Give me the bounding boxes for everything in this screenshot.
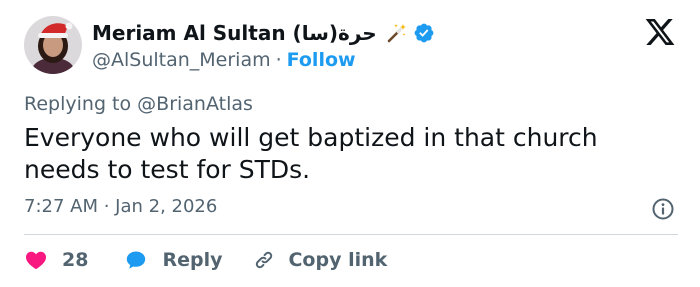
magic-wand-icon: [385, 22, 407, 44]
heart-icon: [26, 251, 46, 270]
action-bar: 28 Reply Copy link: [24, 245, 387, 275]
reply-label: Reply: [162, 249, 223, 271]
follow-button[interactable]: Follow: [287, 49, 356, 71]
like-button[interactable]: 28: [24, 248, 88, 272]
like-count: 28: [62, 249, 89, 271]
tweet-card: Meriam Al Sultan (سا)حرة @AlSultan_Meria…: [0, 0, 700, 287]
tweet-timestamp[interactable]: 7:27 AM · Jan 2, 2026: [24, 196, 217, 217]
separator-dot: ·: [275, 49, 282, 71]
author-name-row: Meriam Al Sultan (سا)حرة: [92, 18, 435, 48]
divider: [24, 234, 678, 235]
x-logo-icon[interactable]: [644, 16, 676, 48]
speech-bubble-icon: [127, 251, 146, 269]
avatar-santa-hat: [24, 16, 82, 74]
tweet-text: Everyone who will get baptized in that c…: [24, 123, 598, 184]
avatar[interactable]: [24, 16, 82, 74]
author-display-name[interactable]: Meriam Al Sultan (سا)حرة: [92, 21, 377, 45]
copy-link-button[interactable]: Copy link: [252, 248, 387, 272]
info-icon[interactable]: [651, 197, 675, 221]
verified-badge-icon: [413, 22, 435, 44]
author-handle-row: @AlSultan_Meriam · Follow: [92, 47, 356, 73]
link-icon: [256, 251, 273, 269]
reply-button[interactable]: Reply: [124, 248, 222, 272]
copy-link-label: Copy link: [288, 249, 388, 271]
replying-to-context[interactable]: Replying to @BrianAtlas: [24, 93, 253, 115]
author-handle[interactable]: @AlSultan_Meriam: [92, 49, 271, 71]
